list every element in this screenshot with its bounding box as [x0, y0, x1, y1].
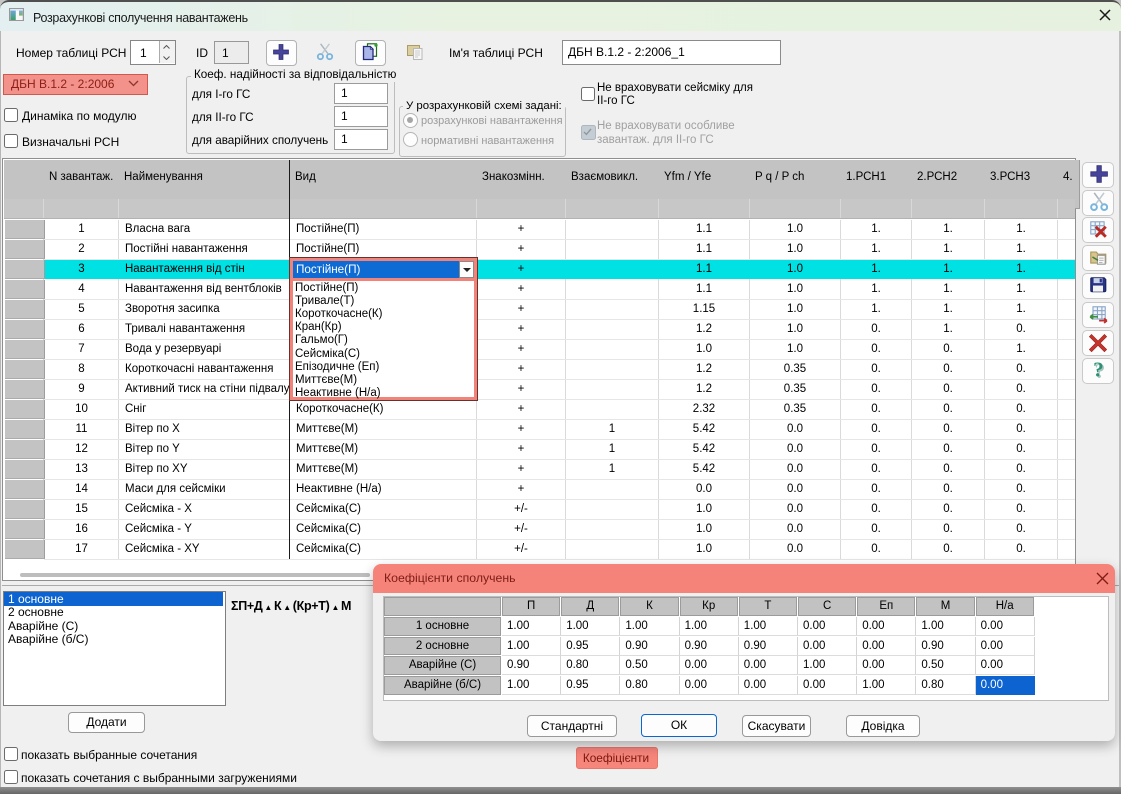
- svg-text:?: ?: [1093, 360, 1104, 380]
